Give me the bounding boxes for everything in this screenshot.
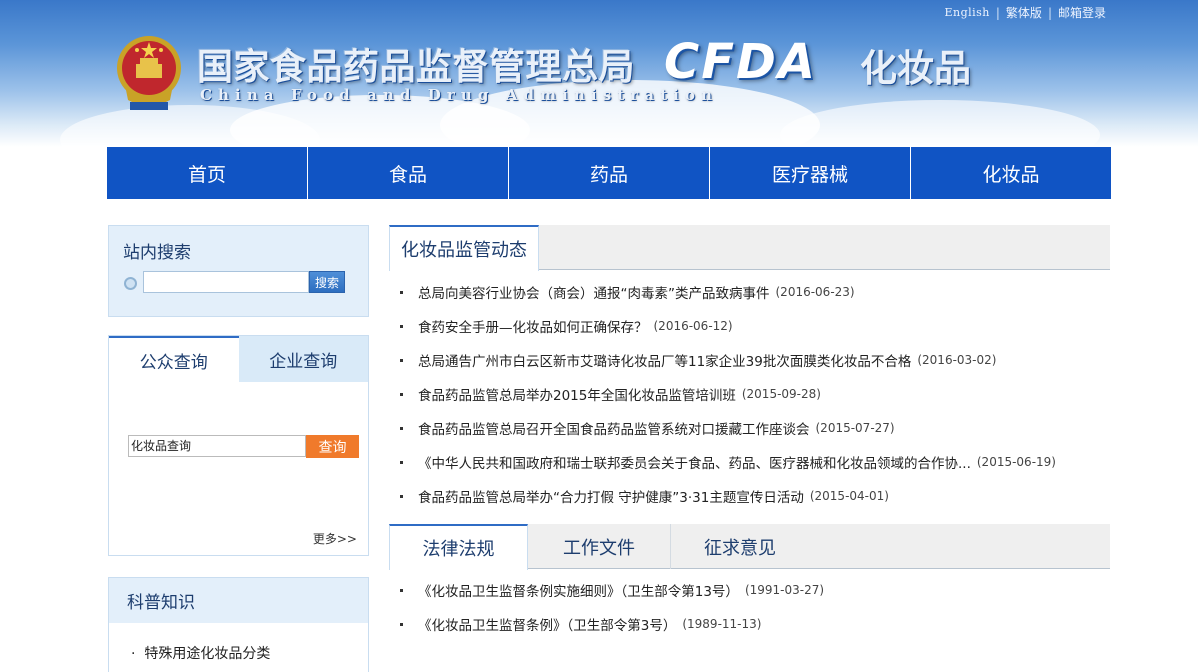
divider: | [1047,5,1052,20]
section-title: 化妆品 [860,46,971,90]
site-title-cn: 国家食品药品监督管理总局 [197,46,636,88]
news-title: 食药安全手册—化妆品如何正确保存？ [418,320,648,336]
query-button[interactable]: 查询 [306,435,359,458]
tab-cosmetics-news[interactable]: 化妆品监管动态 [389,225,539,271]
site-search-button[interactable]: 搜索 [309,271,345,293]
bullet [400,392,403,396]
list-item[interactable]: 食药安全手册—化妆品如何正确保存？ (2016-06-12) [400,309,1056,343]
news-date: (2016-06-12) [653,319,733,333]
law-title: 《化妆品卫生监督条例实施细则》（卫生部令第13号） [418,584,739,600]
law-list: 《化妆品卫生监督条例实施细则》（卫生部令第13号） (1991-03-27) 《化… [400,573,824,641]
news-date: (2016-06-23) [775,285,855,299]
divider: | [995,5,1000,20]
news-title: 总局向美容行业协会（商会）通报“肉毒素”类产品致病事件 [418,286,770,302]
nav-item-food[interactable]: 食品 [308,147,509,199]
news-title: 食品药品监管总局举办“合力打假 守护健康”3·31主题宣传日活动 [418,490,804,506]
science-item-label: 特殊用途化妆品分类 [144,646,271,662]
more-link[interactable]: 更多>> [313,530,357,547]
news-title: 《中华人民共和国政府和瑞士联邦委员会关于食品、药品、医疗器械和化妆品领域的合作协… [418,456,971,472]
query-tabs: 公众查询 企业查询 [109,336,368,382]
news-date: (2015-09-28) [741,387,821,401]
site-search-input[interactable] [143,271,309,293]
bullet [400,426,403,430]
query-panel: 公众查询 企业查询 化妆品查询 查询 更多>> [108,335,369,556]
nav-item-medical-devices[interactable]: 医疗器械 [710,147,911,199]
bullet [400,588,403,592]
tab-public-query[interactable]: 公众查询 [109,336,239,382]
tab-enterprise-query[interactable]: 企业查询 [238,336,368,382]
news-date: (2016-03-02) [917,353,997,367]
list-item[interactable]: 《化妆品卫生监督条例》（卫生部令第3号） (1989-11-13) [400,607,824,641]
main-nav: 首页 食品 药品 医疗器械 化妆品 [107,147,1111,199]
list-item[interactable]: 食品药品监管总局举办2015年全国化妆品监管培训班 (2015-09-28) [400,377,1056,411]
mail-login-link[interactable]: 邮箱登录 [1058,4,1106,21]
cfda-logo: CFDA [664,34,818,90]
national-emblem-icon [117,36,181,110]
news-panel-header: 化妆品监管动态 [389,225,1110,271]
list-item[interactable]: 《化妆品卫生监督条例实施细则》（卫生部令第13号） (1991-03-27) [400,573,824,607]
top-links: English | 繁体版 | 邮箱登录 [944,4,1106,21]
tab-work-documents[interactable]: 工作文件 [528,524,671,569]
bullet [400,358,403,362]
query-select[interactable]: 化妆品查询 [128,435,306,457]
law-date: (1989-11-13) [682,617,762,631]
english-link[interactable]: English [944,6,989,19]
list-item[interactable]: 《中华人民共和国政府和瑞士联邦委员会关于食品、药品、医疗器械和化妆品领域的合作协… [400,445,1056,479]
nav-item-home[interactable]: 首页 [107,147,308,199]
site-title-en: China Food and Drug Administration [200,86,719,104]
list-item[interactable]: 总局通告广州市白云区新市艾璐诗化妆品厂等11家企业39批次面膜类化妆品不合格 (2… [400,343,1056,377]
traditional-chinese-link[interactable]: 繁体版 [1006,4,1042,21]
news-title: 食品药品监管总局召开全国食品药品监管系统对口援藏工作座谈会 [418,422,810,438]
news-list: 总局向美容行业协会（商会）通报“肉毒素”类产品致病事件 (2016-06-23) … [400,275,1056,513]
law-title: 《化妆品卫生监督条例》（卫生部令第3号） [418,618,677,634]
tab-solicit-opinions[interactable]: 征求意见 [671,524,809,569]
bullet [400,324,403,328]
nav-item-cosmetics[interactable]: 化妆品 [911,147,1111,199]
bullet [400,622,403,626]
list-item[interactable]: 食品药品监管总局召开全国食品药品监管系统对口援藏工作座谈会 (2015-07-27… [400,411,1056,445]
nav-item-drugs[interactable]: 药品 [509,147,710,199]
bullet [400,290,403,294]
news-title: 食品药品监管总局举办2015年全国化妆品监管培训班 [418,388,736,404]
science-item[interactable]: · 特殊用途化妆品分类 [131,643,270,663]
cloud-decoration [780,100,1100,147]
search-icon [124,277,137,290]
list-item[interactable]: 总局向美容行业协会（商会）通报“肉毒素”类产品致病事件 (2016-06-23) [400,275,1056,309]
news-date: (2015-06-19) [976,455,1056,469]
news-date: (2015-04-01) [809,489,889,503]
bullet: · [131,646,145,662]
law-date: (1991-03-27) [744,583,825,597]
site-search-panel: 站内搜索 搜索 [108,225,369,317]
news-date: (2015-07-27) [815,421,895,435]
law-panel-header: 法律法规 工作文件 征求意见 [389,524,1110,570]
news-title: 总局通告广州市白云区新市艾璐诗化妆品厂等11家企业39批次面膜类化妆品不合格 [418,354,912,370]
bullet [400,494,403,498]
site-search-title: 站内搜索 [123,243,191,263]
list-item[interactable]: 食品药品监管总局举办“合力打假 守护健康”3·31主题宣传日活动 (2015-04… [400,479,1056,513]
tab-laws[interactable]: 法律法规 [389,524,528,570]
header-banner: English | 繁体版 | 邮箱登录 国家食品药品监督管理总局 China … [0,0,1198,147]
science-panel: 科普知识 · 特殊用途化妆品分类 [108,577,369,672]
science-title: 科普知识 [109,578,368,623]
bullet [400,460,403,464]
